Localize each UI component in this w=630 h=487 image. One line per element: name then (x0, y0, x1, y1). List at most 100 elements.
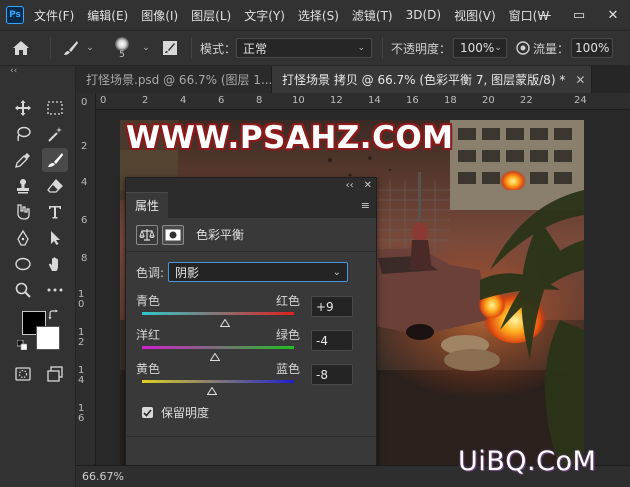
magenta-green-slider-thumb[interactable] (209, 350, 221, 361)
ruler-tick: 4 (81, 177, 88, 188)
ruler-tick: 8 (81, 253, 88, 264)
tab-label: 打怪场景 拷贝 @ 66.7% (色彩平衡 7, 图层蒙版/8) * (282, 73, 566, 87)
zoom-level[interactable]: 66.67% (82, 470, 124, 483)
magenta-green-value-input[interactable]: -4 (311, 330, 353, 351)
tab-document-1[interactable]: 打怪场景.psd @ 66.7% (图层 1... (76, 66, 272, 93)
close-button[interactable]: ✕ (596, 0, 630, 30)
quick-mask-icon[interactable] (10, 362, 36, 386)
yellow-blue-value-input[interactable]: -8 (311, 364, 353, 385)
watermark-bottom: UiBQ.CoM (458, 446, 597, 477)
cyan-red-slider-track[interactable] (142, 312, 294, 315)
menu-layer[interactable]: 图层(L) (191, 7, 231, 24)
flow-label: 流量： (533, 41, 570, 56)
eraser-tool-icon[interactable] (42, 174, 68, 198)
cyan-red-value-input[interactable]: +9 (311, 296, 353, 317)
menu-select[interactable]: 选择(S) (298, 7, 339, 24)
opacity-input[interactable]: 100% ⌄ (453, 38, 508, 58)
ruler-tick: 10 (292, 95, 305, 106)
brush-tool-icon[interactable] (59, 40, 83, 56)
panel-title-strip: ‹‹ ✕ (126, 178, 376, 192)
window-controls: — ▭ ✕ (528, 0, 630, 30)
smudge-tool-icon[interactable] (10, 200, 36, 224)
horizontal-ruler[interactable]: 0 2 4 6 8 10 12 14 16 18 20 22 24 (96, 93, 630, 110)
yellow-blue-slider-track[interactable] (142, 380, 294, 383)
restore-button[interactable]: ▭ (562, 0, 596, 30)
minimize-button[interactable]: — (528, 0, 562, 30)
brush-settings-icon[interactable] (157, 40, 183, 56)
ruler-tick: 2 (81, 141, 88, 152)
ruler-tick: 4 (78, 375, 85, 386)
magenta-green-slider-track[interactable] (142, 346, 294, 349)
yellow-blue-slider-thumb[interactable] (206, 384, 218, 395)
screen-mode-icon[interactable] (42, 362, 68, 386)
ruler-tick: 8 (256, 95, 263, 106)
swap-colors-icon[interactable] (47, 308, 61, 322)
magic-wand-tool-icon[interactable] (42, 122, 68, 146)
flow-input[interactable]: 100% (571, 38, 614, 58)
pen-tool-icon[interactable] (10, 226, 36, 250)
preserve-luminosity-checkbox[interactable]: 保留明度 (142, 404, 209, 421)
photoshop-logo[interactable]: Ps (6, 6, 24, 24)
panel-collapse-icon[interactable]: ‹‹ (346, 180, 354, 191)
chevron-down-icon: ⌄ (494, 43, 502, 53)
balance-scale-icon[interactable] (136, 224, 158, 245)
default-colors-icon[interactable] (16, 339, 28, 351)
menu-file[interactable]: 文件(F) (34, 7, 74, 24)
ruler-tick: 6 (218, 95, 225, 106)
brush-preview-icon (115, 36, 129, 51)
adjustment-title: 色彩平衡 (196, 228, 245, 242)
menu-filter[interactable]: 滤镜(T) (352, 7, 393, 24)
mode-select[interactable]: 正常 ⌄ (236, 38, 373, 58)
close-tab-icon[interactable]: ✕ (575, 73, 585, 87)
ruler-tick: 6 (78, 413, 85, 424)
layer-mask-icon[interactable] (162, 224, 184, 245)
cyan-red-slider-thumb[interactable] (219, 316, 231, 327)
menu-3d[interactable]: 3D(D) (406, 8, 441, 22)
brush-preset-picker[interactable]: 5 (105, 36, 139, 60)
chevron-down-icon[interactable]: ⌄ (139, 43, 153, 53)
checkbox-checked-icon (142, 407, 153, 418)
ruler-tick: 0 (81, 97, 88, 108)
pressure-opacity-icon[interactable] (513, 41, 533, 55)
flow-value: 100% (575, 41, 610, 55)
path-selection-tool-icon[interactable] (42, 226, 68, 250)
options-bar: ⌄ 5 ⌄ 模式： 正常 ⌄ 不透明度： 100% ⌄ 流量： 100% (0, 30, 630, 66)
slider-left-label: 洋红 (136, 328, 161, 342)
background-color-swatch[interactable] (36, 326, 60, 350)
eyedropper-tool-icon[interactable] (10, 148, 36, 172)
brush-tool-icon[interactable] (42, 148, 68, 172)
tone-select[interactable]: 阴影 ⌄ (168, 262, 349, 282)
hand-tool-icon[interactable] (42, 252, 68, 276)
tab-label: 打怪场景.psd @ 66.7% (图层 1... (86, 73, 272, 87)
vertical-ruler[interactable]: 0 2 4 6 8 1 0 1 2 1 4 1 6 (76, 93, 96, 465)
tab-properties[interactable]: 属性 (126, 192, 169, 218)
adjustment-header: 色彩平衡 (126, 218, 376, 252)
panel-close-icon[interactable]: ✕ (364, 180, 372, 191)
menu-edit[interactable]: 编辑(E) (87, 7, 128, 24)
menu-type[interactable]: 文字(Y) (244, 7, 285, 24)
ruler-tick: 24 (574, 95, 587, 106)
ellipse-tool-icon[interactable] (10, 252, 36, 276)
chevron-down-icon: ⌄ (357, 43, 366, 53)
tab-document-2[interactable]: 打怪场景 拷贝 @ 66.7% (色彩平衡 7, 图层蒙版/8) * ✕ (272, 66, 592, 93)
panel-menu-icon[interactable]: ≡ (361, 199, 370, 212)
marquee-tool-icon[interactable] (42, 96, 68, 120)
toolbar-collapse-icon[interactable]: ‹‹ (0, 66, 75, 80)
ruler-tick: 12 (330, 95, 343, 106)
move-tool-icon[interactable] (10, 96, 36, 120)
opacity-label: 不透明度： (391, 41, 452, 56)
menu-bar: Ps 文件(F) 编辑(E) 图像(I) 图层(L) 文字(Y) 选择(S) 滤… (0, 0, 630, 30)
slider-right-label: 绿色 (276, 328, 301, 342)
zoom-tool-icon[interactable] (10, 278, 36, 302)
lasso-tool-icon[interactable] (10, 122, 36, 146)
ruler-tick: 0 (100, 95, 107, 106)
stamp-tool-icon[interactable] (10, 174, 36, 198)
more-tools-icon[interactable] (42, 278, 68, 302)
ruler-tick: 2 (78, 337, 85, 348)
type-tool-icon[interactable] (42, 200, 68, 224)
chevron-down-icon[interactable]: ⌄ (83, 43, 97, 53)
menu-view[interactable]: 视图(V) (454, 7, 496, 24)
menu-image[interactable]: 图像(I) (141, 7, 178, 24)
watermark-top: WWW.PSAHZ.COM (126, 120, 454, 156)
home-icon[interactable] (0, 40, 42, 56)
